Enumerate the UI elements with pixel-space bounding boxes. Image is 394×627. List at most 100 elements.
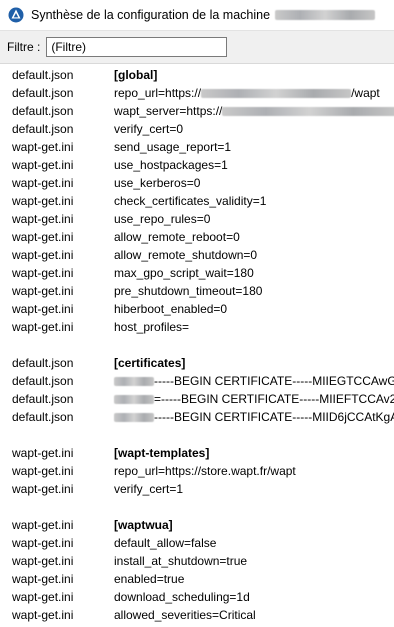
source-file-cell: wapt-get.ini: [12, 446, 74, 460]
setting-value-prefix: wapt_server=https://: [114, 104, 223, 118]
source-file-cell: wapt-get.ini: [12, 554, 74, 568]
setting-value-cell: check_certificates_validity=1: [114, 194, 267, 208]
setting-value-cell: allow_remote_reboot=0: [114, 230, 240, 244]
setting-value-suffix: -----BEGIN CERTIFICATE-----MIIEGTCCAwGgA: [154, 374, 394, 388]
source-file-cell: wapt-get.ini: [12, 608, 74, 622]
config-row[interactable]: wapt-get.ini download_scheduling=1d: [0, 588, 394, 606]
config-row[interactable]: wapt-get.ini hiberboot_enabled=0: [0, 300, 394, 318]
config-row[interactable]: wapt-get.ini default_allow=false: [0, 534, 394, 552]
source-file-cell: wapt-get.ini: [12, 464, 74, 478]
source-file-cell: default.json: [12, 122, 74, 136]
title-bar: Synthèse de la configuration de la machi…: [0, 0, 394, 30]
config-row[interactable]: wapt-get.ini use_repo_rules=0: [0, 210, 394, 228]
redacted-text: [201, 89, 352, 99]
config-row[interactable]: wapt-get.ini verify_cert=1: [0, 480, 394, 498]
source-file-cell: wapt-get.ini: [12, 230, 74, 244]
section-header: [certificates]: [114, 356, 186, 370]
config-row[interactable]: wapt-get.ini install_at_shutdown=true: [0, 552, 394, 570]
source-file-cell: wapt-get.ini: [12, 284, 74, 298]
setting-value-cell: send_usage_report=1: [114, 140, 232, 154]
setting-value-cell: verify_cert=1: [114, 482, 184, 496]
config-row[interactable]: wapt-get.ini enabled=true: [0, 570, 394, 588]
setting-value-cell: host_profiles=: [114, 320, 190, 334]
config-row[interactable]: wapt-get.ini allow_remote_reboot=0: [0, 228, 394, 246]
source-file-cell: default.json: [12, 392, 74, 406]
setting-value-cell: -----BEGIN CERTIFICATE-----MIID6jCCAtKgA…: [114, 408, 394, 426]
setting-value-suffix: -----BEGIN CERTIFICATE-----MIID6jCCAtKgA…: [154, 410, 394, 424]
setting-value-cell: use_repo_rules=0: [114, 212, 211, 226]
setting-value-cell: download_scheduling=1d: [114, 590, 250, 604]
config-row[interactable]: wapt-get.ini [waptwua]: [0, 516, 394, 534]
setting-value-cell: -----BEGIN CERTIFICATE-----MIIEGTCCAwGgA: [114, 372, 394, 390]
config-row[interactable]: wapt-get.ini send_usage_report=1: [0, 138, 394, 156]
source-file-cell: wapt-get.ini: [12, 302, 74, 316]
setting-value-cell: verify_cert=0: [114, 122, 184, 136]
config-row[interactable]: default.json [certificates]: [0, 354, 394, 372]
section-header: [global]: [114, 68, 158, 82]
redacted-text: [114, 413, 154, 423]
setting-value-cell: use_hostpackages=1: [114, 158, 228, 172]
source-file-cell: default.json: [12, 104, 74, 118]
source-file-cell: default.json: [12, 374, 74, 388]
config-row[interactable]: wapt-get.ini check_certificates_validity=…: [0, 192, 394, 210]
config-row[interactable]: wapt-get.ini pre_shutdown_timeout=180: [0, 282, 394, 300]
config-row[interactable]: wapt-get.ini max_gpo_script_wait=180: [0, 264, 394, 282]
config-row[interactable]: wapt-get.ini allowed_severities=Critical: [0, 606, 394, 624]
setting-value-suffix: /wapt: [351, 86, 380, 100]
config-row[interactable]: default.json [global]: [0, 66, 394, 84]
setting-value-cell: hiberboot_enabled=0: [114, 302, 228, 316]
source-file-cell: wapt-get.ini: [12, 212, 74, 226]
source-file-cell: default.json: [12, 410, 74, 424]
config-row[interactable]: default.json -----BEGIN CERTIFICATE-----M…: [0, 372, 394, 390]
config-row[interactable]: wapt-get.ini use_kerberos=0: [0, 174, 394, 192]
source-file-cell: wapt-get.ini: [12, 572, 74, 586]
source-file-cell: default.json: [12, 356, 74, 370]
setting-value-cell: pre_shutdown_timeout=180: [114, 284, 263, 298]
source-file-cell: wapt-get.ini: [12, 320, 74, 334]
config-row[interactable]: default.json wapt_server=https://: [0, 102, 394, 120]
config-row[interactable]: wapt-get.ini use_hostpackages=1: [0, 156, 394, 174]
config-row[interactable]: wapt-get.ini repo_url=https://store.wapt.…: [0, 462, 394, 480]
setting-value-cell: install_at_shutdown=true: [114, 554, 248, 568]
setting-value-cell: max_gpo_script_wait=180: [114, 266, 254, 280]
configuration-list[interactable]: default.json [global] default.json repo_url…: [0, 64, 394, 627]
setting-value-prefix: repo_url=https://: [114, 86, 202, 100]
filter-bar: Filtre :: [0, 30, 394, 64]
redacted-text: [114, 395, 154, 405]
redacted-text: [114, 377, 154, 387]
section-header: [waptwua]: [114, 518, 173, 532]
filter-input[interactable]: [46, 37, 228, 57]
window-title: Synthèse de la configuration de la machi…: [31, 8, 271, 22]
wapt-app-icon: [8, 7, 24, 23]
config-row[interactable]: default.json =-----BEGIN CERTIFICATE-----…: [0, 390, 394, 408]
source-file-cell: wapt-get.ini: [12, 590, 74, 604]
setting-value-cell: repo_url=https://store.wapt.fr/wapt: [114, 464, 296, 478]
setting-value-cell: use_kerberos=0: [114, 176, 201, 190]
config-row[interactable]: wapt-get.ini allow_remote_shutdown=0: [0, 246, 394, 264]
source-file-cell: wapt-get.ini: [12, 140, 74, 154]
config-row[interactable]: default.json -----BEGIN CERTIFICATE-----M…: [0, 408, 394, 426]
source-file-cell: wapt-get.ini: [12, 158, 74, 172]
config-row[interactable]: wapt-get.ini host_profiles=: [0, 318, 394, 336]
redacted-machine-name: [275, 10, 376, 20]
config-row[interactable]: default.json repo_url=https:// /wapt: [0, 84, 394, 102]
source-file-cell: wapt-get.ini: [12, 536, 74, 550]
config-row[interactable]: default.json verify_cert=0: [0, 120, 394, 138]
source-file-cell: default.json: [12, 86, 74, 100]
setting-value-suffix: =-----BEGIN CERTIFICATE-----MIIEFTCCAv2g…: [154, 392, 394, 406]
config-row[interactable]: wapt-get.ini [wapt-templates]: [0, 444, 394, 462]
source-file-cell: wapt-get.ini: [12, 194, 74, 208]
source-file-cell: wapt-get.ini: [12, 248, 74, 262]
setting-value-cell: allowed_severities=Critical: [114, 608, 256, 622]
setting-value-cell: enabled=true: [114, 572, 185, 586]
source-file-cell: wapt-get.ini: [12, 266, 74, 280]
filter-label: Filtre :: [7, 40, 41, 54]
setting-value-cell: =-----BEGIN CERTIFICATE-----MIIEFTCCAv2g…: [114, 390, 394, 408]
setting-value-cell: default_allow=false: [114, 536, 217, 550]
setting-value-cell: allow_remote_shutdown=0: [114, 248, 258, 262]
source-file-cell: wapt-get.ini: [12, 518, 74, 532]
source-file-cell: wapt-get.ini: [12, 176, 74, 190]
source-file-cell: default.json: [12, 68, 74, 82]
redacted-text: [222, 107, 394, 117]
setting-value-cell: repo_url=https:// /wapt: [114, 84, 380, 102]
